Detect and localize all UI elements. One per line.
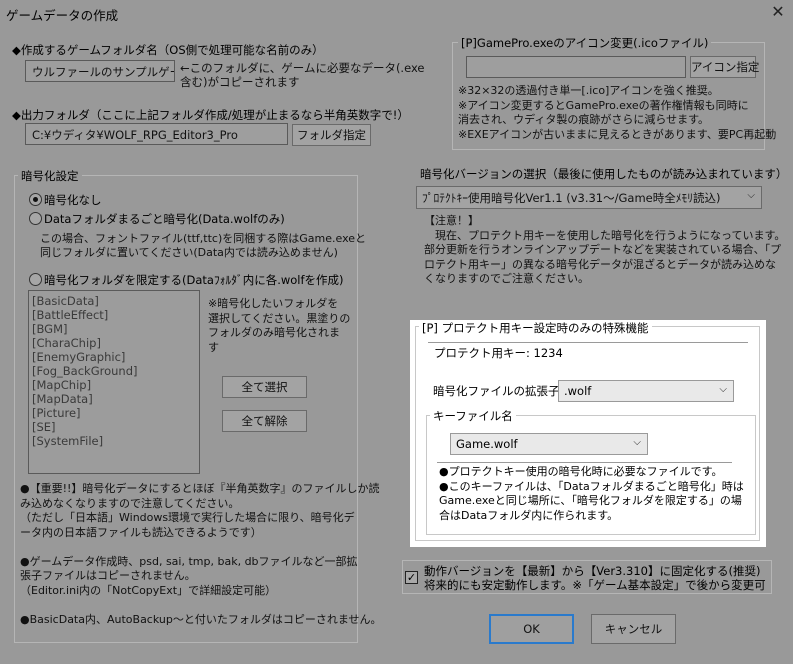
radio-no-encryption-label[interactable]: 暗号化なし [44,192,102,208]
folder-name-note: ←このフォルダに、ゲームに必要なデータ(.exe 含む)がコピーされます [180,61,425,89]
list-item[interactable]: [MapChip] [29,378,199,392]
folder-name-input[interactable]: ウルファールのサンプルゲーム [25,60,175,82]
ext-select-value: .wolf [564,384,592,398]
output-folder-input[interactable]: C:¥ウディタ¥WOLF_RPG_Editor3_Pro [25,123,288,145]
radio-limited-encryption[interactable] [29,273,42,286]
chevron-down-icon: ⌵ [719,384,727,395]
list-item[interactable]: [SystemFile] [29,434,199,448]
ext-label: 暗号化ファイルの拡張子 [433,384,560,398]
icon-note: ※32×32の透過付き単一[.ico]アイコンを強く推奨。 ※アイコン変更すると… [458,84,777,141]
list-item[interactable]: [MapData] [29,392,199,406]
chevron-down-icon: ⌵ [633,437,641,448]
list-item[interactable]: [BasicData] [29,294,199,308]
select-all-button[interactable]: 全て選択 [222,376,307,398]
icon-path-input[interactable] [466,56,686,78]
list-item[interactable]: [Fog_BackGround] [29,364,199,378]
radio-no-encryption[interactable] [29,193,42,206]
radio-whole-encryption[interactable] [29,212,42,225]
list-item[interactable]: [BGM] [29,322,199,336]
whole-encryption-note: この場合、フォントファイル(ttf,ttc)を同梱する際はGame.exeと 同… [40,232,367,259]
ext-select[interactable]: .wolf ⌵ [558,380,734,402]
keyfile-select[interactable]: Game.wolf ⌵ [450,433,648,455]
version-select[interactable]: ﾌﾟﾛﾃｸﾄｷｰ使用暗号化Ver1.1 (v3.31～/Game時全ﾒﾓﾘ読込)… [416,186,762,209]
folders-note: ※暗号化したいフォルダを 選択してください。黒塗りの フォルダのみ暗号化されま … [208,297,351,354]
encryption-group-title: 暗号化設定 [18,168,82,184]
warnings-text: ●【重要!!】暗号化データにするとほぼ『半角英数字』のファイルしか読 み込めなく… [20,482,382,626]
list-item[interactable]: [Picture] [29,406,199,420]
ok-button[interactable]: OK [489,614,574,644]
list-item[interactable]: [BattleEffect] [29,308,199,322]
radio-whole-encryption-label[interactable]: Dataフォルダまるごと暗号化(Data.wolfのみ) [44,211,285,227]
folder-listbox[interactable]: [BasicData] [BattleEffect] [BGM] [CharaC… [28,290,200,474]
keyfile-title: キーファイル名 [430,408,516,424]
close-icon[interactable]: ✕ [769,3,787,21]
protect-title: [P] プロテクト用キー設定時のみの特殊機能 [419,320,652,336]
cancel-button[interactable]: キャンセル [591,614,676,644]
output-folder-label: ◆出力フォルダ（ここに上記フォルダ作成/処理が止まるなら半角英数字で!） [12,108,409,122]
window-title: ゲームデータの作成 [6,8,119,23]
version-select-value: ﾌﾟﾛﾃｸﾄｷｰ使用暗号化Ver1.1 (v3.31～/Game時全ﾒﾓﾘ読込) [422,191,721,205]
fix-version-line2: 将来的にも安定動作します。※「ゲーム基本設定」で後から変更可 [424,578,766,592]
version-note: 【注意！】 現在、プロテクト用キーを使用した暗号化を行うようになっています。 部… [424,214,786,285]
keyfile-select-value: Game.wolf [456,437,518,451]
version-label: 暗号化バージョンの選択（最後に使用したものが読み込まれています） [420,167,788,181]
fix-version-checkbox[interactable]: ✓ [405,571,418,584]
keyfile-note: ●プロテクトキー使用の暗号化時に必要なファイルです。 ●このキーファイルは、「D… [439,465,744,522]
icon-select-button[interactable]: アイコン指定 [690,56,759,78]
output-folder-button[interactable]: フォルダ指定 [292,124,371,146]
radio-limited-encryption-label[interactable]: 暗号化フォルダを限定する(Dataﾌｫﾙﾀﾞ内に各.wolfを作成) [44,272,344,288]
icon-group-title: [P]GamePro.exeのアイコン変更(.icoファイル) [458,35,712,51]
list-item[interactable]: [SE] [29,420,199,434]
deselect-all-button[interactable]: 全て解除 [222,410,307,432]
folder-name-label: ◆作成するゲームフォルダ名（OS側で処理可能な名前のみ） [12,43,324,57]
list-item[interactable]: [CharaChip] [29,336,199,350]
list-item[interactable]: [EnemyGraphic] [29,350,199,364]
protect-key-text: プロテクト用キー: 1234 [434,346,563,360]
chevron-down-icon: ⌵ [747,190,755,201]
